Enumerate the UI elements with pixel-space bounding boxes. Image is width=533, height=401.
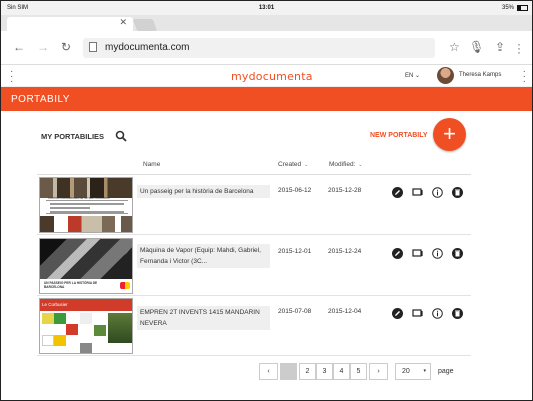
reload-icon[interactable]: ↻ <box>61 41 71 53</box>
sort-chevron-icon: ⌄ <box>358 162 363 168</box>
portabily-thumbnail[interactable]: CONTRA LA ESPERANZA DE NO SER OLVIDADOS <box>39 177 133 233</box>
page-size-label: page <box>438 368 454 375</box>
row-created: 2015-06-12 <box>278 187 312 194</box>
present-screen-icon[interactable] <box>412 187 423 198</box>
row-actions <box>390 187 470 199</box>
portabily-thumbnail[interactable]: UN PASSEIG PER LA HISTÒRIA DE BARCELONA <box>39 238 133 294</box>
row-actions <box>390 248 470 260</box>
thumbnail-title: Le Corbusier <box>40 299 132 311</box>
dropdown-caret-icon: ▾ <box>423 368 426 374</box>
row-name[interactable]: Màquina de Vapor (Equip: Mahdi, Gabriel,… <box>137 244 270 268</box>
battery-icon <box>517 5 528 11</box>
chevron-down-icon: ⌄ <box>415 73 421 79</box>
table-row: CONTRA LA ESPERANZA DE NO SER OLVIDADOS … <box>37 175 471 235</box>
browser-menu-icon[interactable]: · · · <box>517 38 521 58</box>
row-name[interactable]: EMPREN 2T INVENTS 1415 MANDARIN NEVERA <box>137 306 270 330</box>
edit-pencil-icon[interactable] <box>392 187 403 198</box>
pagination-prev[interactable]: ‹ <box>259 363 278 380</box>
pagination-page-4[interactable]: 4 <box>333 363 350 380</box>
address-bar[interactable]: mydocumenta.com ☆ 🎙 <box>83 38 484 58</box>
add-portabily-button[interactable]: + <box>433 118 466 151</box>
column-header-created[interactable]: Created ⌄ <box>278 161 308 168</box>
new-portabily-label[interactable]: NEW PORTABILY <box>370 132 428 139</box>
user-menu-icon[interactable]: · · · <box>523 67 526 87</box>
bookmark-star-icon[interactable]: ☆ <box>449 41 460 53</box>
edit-pencil-icon[interactable] <box>392 308 403 319</box>
search-icon[interactable] <box>115 130 127 142</box>
present-screen-icon[interactable] <box>412 248 423 259</box>
table-row: UN PASSEIG PER LA HISTÒRIA DE BARCELONA … <box>37 236 471 296</box>
row-actions <box>390 308 470 320</box>
column-header-name[interactable]: Name <box>143 161 160 168</box>
pagination-page-3[interactable]: 3 <box>316 363 333 380</box>
page-banner: PORTABILY <box>1 87 532 111</box>
info-icon[interactable] <box>432 308 443 319</box>
thumbnail-caption: UN PASSEIG PER LA HISTÒRIA DE BARCELONA <box>44 281 98 289</box>
language-label: EN <box>405 73 414 79</box>
microphone-icon[interactable]: 🎙 <box>469 41 484 53</box>
row-modified: 2015-12-04 <box>328 308 362 315</box>
row-modified: 2015-12-28 <box>328 187 362 194</box>
avatar[interactable] <box>437 67 454 84</box>
battery-percent: 35% <box>501 5 514 11</box>
browser-toolbar: ← → ↻ mydocumenta.com ☆ 🎙 ⇪ · · · <box>1 31 532 65</box>
pagination-page-1[interactable]: 1 <box>280 363 297 380</box>
table-row: Le Corbusier EMPREN 2T INVENTS 1415 MAND… <box>37 296 471 356</box>
site-logo[interactable]: mydocumenta <box>231 70 313 83</box>
pagination-next[interactable]: › <box>369 363 388 380</box>
info-icon[interactable] <box>432 187 443 198</box>
close-tab-icon[interactable]: ✕ <box>119 17 127 28</box>
url-text[interactable]: mydocumenta.com <box>105 42 189 53</box>
delete-trash-icon[interactable] <box>452 248 463 259</box>
page-size-value: 20 <box>402 368 410 375</box>
browser-tab[interactable]: ✕ <box>7 17 133 31</box>
row-created: 2015-12-01 <box>278 248 312 255</box>
portabily-thumbnail[interactable]: Le Corbusier <box>39 298 133 354</box>
tab-strip: ✕ <box>1 15 532 31</box>
new-tab-button[interactable] <box>132 19 158 31</box>
sort-chevron-icon: ⌄ <box>304 162 309 168</box>
page-icon <box>89 42 97 52</box>
section-title: MY PORTABILIES <box>41 132 105 141</box>
column-header-modified[interactable]: Modified: ⌄ <box>329 161 363 168</box>
info-icon[interactable] <box>432 248 443 259</box>
device-frame: Sin SIM 13:01 35% ✕ ← → ↻ mydocumenta.co… <box>0 0 533 401</box>
pagination-page-5[interactable]: 5 <box>350 363 367 380</box>
present-screen-icon[interactable] <box>412 308 423 319</box>
language-selector[interactable]: EN ⌄ <box>405 72 420 79</box>
share-icon[interactable]: ⇪ <box>495 41 505 53</box>
row-name[interactable]: Un passeig per la història de Barcelona <box>137 185 270 198</box>
user-name[interactable]: Theresa Kamps <box>459 72 501 78</box>
status-bar: Sin SIM 13:01 35% <box>1 1 532 15</box>
side-menu-icon[interactable]: · · · <box>10 67 13 87</box>
forward-icon[interactable]: → <box>37 41 49 53</box>
delete-trash-icon[interactable] <box>452 187 463 198</box>
edit-pencil-icon[interactable] <box>392 248 403 259</box>
site-header: · · · mydocumenta EN ⌄ Theresa Kamps · · · <box>1 65 532 87</box>
page-title: PORTABILY <box>11 94 70 105</box>
delete-trash-icon[interactable] <box>452 308 463 319</box>
pagination-page-2[interactable]: 2 <box>299 363 316 380</box>
clock: 13:01 <box>258 5 275 11</box>
row-created: 2015-07-08 <box>278 308 312 315</box>
row-modified: 2015-12-24 <box>328 248 362 255</box>
column-header-modified-label: Modified: <box>329 161 356 168</box>
back-icon[interactable]: ← <box>13 41 25 53</box>
page-size-select[interactable]: 20 ▾ <box>395 363 431 380</box>
column-header-created-label: Created <box>278 161 302 168</box>
thumbnail-title: CONTRA LA ESPERANZA DE NO SER OLVIDADOS <box>48 197 110 200</box>
